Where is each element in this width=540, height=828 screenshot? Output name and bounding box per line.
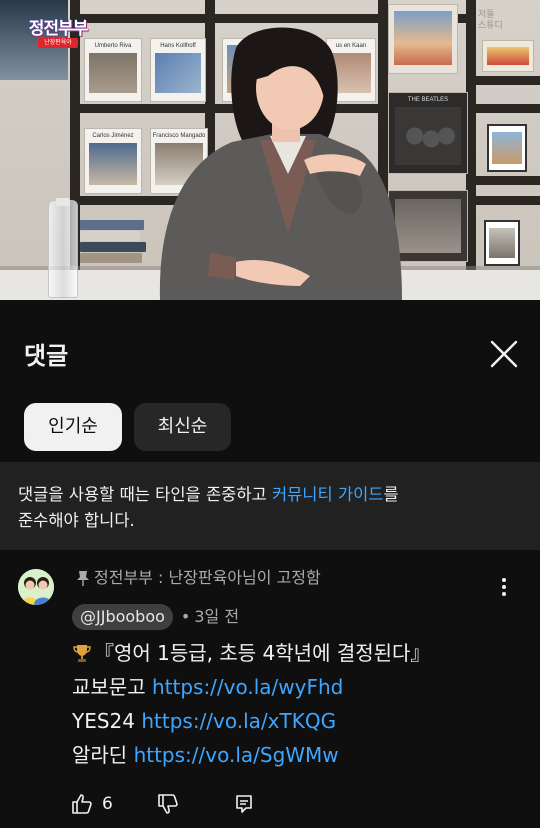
comment-meta: @JJbooboo • 3일 전 [72,604,239,630]
book-cover: Carlos Jiménez [84,128,142,194]
store-link[interactable]: https://vo.la/xTKQG [141,709,336,733]
meta-separator: • [180,607,191,626]
dislike-button[interactable] [156,788,186,820]
wall-text: 저들 스튜디 [478,10,503,31]
panel-title: 댓글 [24,342,69,370]
more-vert-icon [502,578,506,596]
pinned-comment: 정전부부 : 난장판육아님이 고정함 @JJbooboo • 3일 전 『영어 1등… [0,550,540,828]
book-cover [482,40,534,72]
store-line: YES24 https://vo.la/xTKQG [72,704,512,738]
guideline-text-suffix: 를 [383,485,399,504]
comment-line-book: 『영어 1등급, 초등 4학년에 결정된다』 [72,636,512,670]
store-line: 알라딘 https://vo.la/SgWMw [72,738,512,772]
store-link[interactable]: https://vo.la/wyFhd [152,675,343,699]
shelf-board [476,176,540,185]
comments-panel: 댓글 인기순 최신순 댓글을 사용할 때는 타인을 존중하고 커뮤니티 가이드를… [0,300,540,828]
book-title-text: 『영어 1등급, 초등 4학년에 결정된다』 [94,641,431,665]
shelf-board [476,76,540,85]
close-icon [490,340,518,368]
community-guidelines-link[interactable]: 커뮤니티 가이드 [272,485,384,504]
thumbs-down-icon [158,794,178,814]
sort-chip-newest[interactable]: 최신순 [134,403,231,451]
guideline-line-1: 댓글을 사용할 때는 타인을 존중하고 커뮤니티 가이드를 [18,482,520,508]
store-name: 교보문고 [72,675,146,699]
reply-icon [236,795,252,813]
like-count: 6 [102,794,113,814]
community-guideline-notice: 댓글을 사용할 때는 타인을 존중하고 커뮤니티 가이드를 준수해야 합니다. [0,462,540,550]
water-bottle [48,200,78,298]
speaker-person [159,27,402,300]
channel-logo: 정전부부 난장판육아 [24,8,92,50]
channel-logo-text: 정전부부 [28,19,89,39]
bottle-cap [56,198,70,206]
pin-icon [77,571,89,586]
thumbs-up-icon [72,794,92,814]
book-title: Umberto Riva [94,43,132,49]
book-cover: Umberto Riva [84,38,142,102]
trophy-icon [73,645,91,662]
author-handle[interactable]: @JJbooboo [72,604,173,630]
avatar-image [18,569,54,605]
store-name: 알라딘 [72,743,128,767]
sort-chip-top[interactable]: 인기순 [24,403,122,451]
reply-button[interactable] [232,788,262,820]
photo-frame [487,124,527,172]
pinned-by-text: 정전부부 : 난장판육아님이 고정함 [94,568,321,587]
like-button[interactable]: 6 [70,788,130,820]
guideline-text: 댓글을 사용할 때는 타인을 존중하고 [18,485,272,504]
store-link[interactable]: https://vo.la/SgWMw [134,743,339,767]
avatar[interactable] [18,569,54,605]
close-button[interactable] [480,330,528,378]
guideline-line-2: 준수해야 합니다. [18,511,135,530]
channel-logo-subtext: 난장판육아 [38,38,78,48]
store-name: YES24 [72,709,135,733]
video-player[interactable]: Umberto Riva Hans Kollhoff us en Kaan Ca… [0,0,540,300]
comment-body: 『영어 1등급, 초등 4학년에 결정된다』 교보문고 https://vo.l… [72,636,512,772]
store-line: 교보문고 https://vo.la/wyFhd [72,670,512,704]
photo-frame [484,220,520,266]
pinned-label: 정전부부 : 난장판육아님이 고정함 [76,566,321,590]
comment-time: 3일 전 [194,607,240,626]
comment-more-button[interactable] [490,574,518,600]
book-title: Carlos Jiménez [92,133,134,139]
